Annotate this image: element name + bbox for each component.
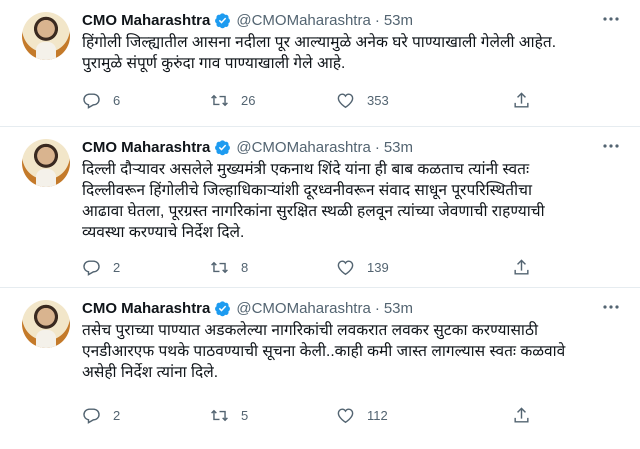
avatar[interactable] (22, 139, 70, 187)
verified-badge-icon (215, 12, 231, 28)
separator: · (374, 299, 380, 317)
tweet-header: CMO Maharashtra @CMOMaharashtra · 53m (82, 9, 413, 31)
reply-count: 2 (113, 408, 121, 423)
more-icon[interactable] (602, 300, 620, 314)
retweet-button[interactable]: 26 (210, 91, 255, 110)
more-icon[interactable] (602, 139, 620, 153)
retweet-count: 26 (241, 93, 256, 108)
avatar[interactable] (22, 12, 70, 60)
share-button[interactable] (512, 258, 543, 277)
retweet-icon (211, 261, 228, 274)
verified-badge-icon (215, 300, 231, 316)
action-bar: 2 5 112 (82, 406, 552, 426)
retweet-button[interactable]: 5 (210, 406, 248, 425)
author-handle[interactable]: @CMOMaharashtra (236, 300, 370, 317)
reply-button[interactable]: 2 (82, 406, 120, 425)
action-bar: 6 26 353 (82, 91, 552, 111)
like-button[interactable]: 139 (336, 258, 389, 277)
timestamp[interactable]: 53m (384, 12, 413, 29)
like-count: 112 (367, 408, 388, 423)
retweet-icon (211, 94, 228, 107)
timestamp[interactable]: 53m (384, 139, 413, 156)
tweet-header: CMO Maharashtra @CMOMaharashtra · 53m (82, 136, 413, 158)
reply-icon (83, 408, 100, 424)
retweet-icon (211, 409, 228, 422)
retweet-count: 5 (241, 408, 249, 423)
author-handle[interactable]: @CMOMaharashtra (236, 12, 370, 29)
more-icon[interactable] (602, 12, 620, 26)
share-icon (514, 259, 529, 275)
reply-icon (83, 260, 100, 276)
reply-count: 2 (113, 260, 121, 275)
tweet-text: हिंगोली जिल्ह्यातील आसना नदीला पूर आल्या… (82, 34, 556, 72)
share-button[interactable] (512, 91, 543, 110)
retweet-count: 8 (241, 260, 249, 275)
action-bar: 2 8 139 (82, 258, 552, 278)
share-button[interactable] (512, 406, 543, 425)
timestamp[interactable]: 53m (384, 300, 413, 317)
like-icon (337, 93, 354, 109)
like-icon (337, 408, 354, 424)
tweet-feed: CMO Maharashtra @CMOMaharashtra · 53m हि… (0, 0, 640, 449)
reply-button[interactable]: 2 (82, 258, 120, 277)
avatar[interactable] (22, 300, 70, 348)
like-button[interactable]: 353 (336, 91, 389, 110)
tweet-text: दिल्ली दौऱ्यावर असलेले मुख्यमंत्री एकनाथ… (82, 161, 545, 241)
author-name[interactable]: CMO Maharashtra (82, 139, 210, 156)
separator: · (374, 138, 380, 156)
share-icon (514, 92, 529, 108)
author-name[interactable]: CMO Maharashtra (82, 300, 210, 317)
retweet-button[interactable]: 8 (210, 258, 248, 277)
author-name[interactable]: CMO Maharashtra (82, 12, 210, 29)
tweet[interactable]: CMO Maharashtra @CMOMaharashtra · 53m दि… (0, 127, 640, 288)
tweet[interactable]: CMO Maharashtra @CMOMaharashtra · 53m तस… (0, 288, 640, 449)
author-handle[interactable]: @CMOMaharashtra (236, 139, 370, 156)
reply-count: 6 (113, 93, 121, 108)
like-icon (337, 260, 354, 276)
reply-button[interactable]: 6 (82, 91, 120, 110)
like-count: 139 (367, 260, 389, 275)
tweet[interactable]: CMO Maharashtra @CMOMaharashtra · 53m हि… (0, 0, 640, 127)
verified-badge-icon (215, 139, 231, 155)
reply-icon (83, 93, 100, 109)
separator: · (374, 11, 380, 29)
share-icon (514, 407, 529, 423)
like-count: 353 (367, 93, 389, 108)
tweet-header: CMO Maharashtra @CMOMaharashtra · 53m (82, 297, 413, 319)
like-button[interactable]: 112 (336, 406, 388, 425)
tweet-text: तसेच पुराच्या पाण्यात अडकलेल्या नागरिकां… (82, 322, 566, 381)
